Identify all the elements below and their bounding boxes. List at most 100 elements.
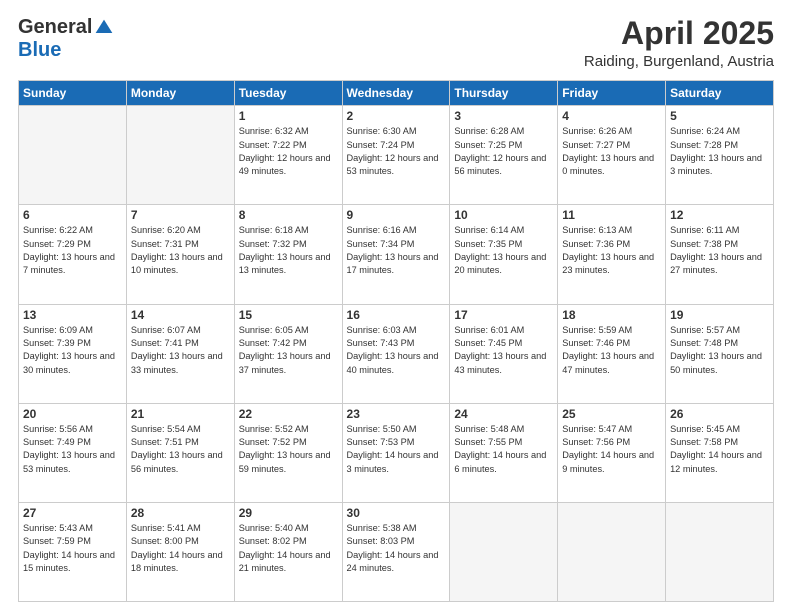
calendar-cell: 22 Sunrise: 5:52 AMSunset: 7:52 PMDayligh… (234, 403, 342, 502)
calendar-cell: 30 Sunrise: 5:38 AMSunset: 8:03 PMDayligh… (342, 502, 450, 601)
day-info: Sunrise: 5:41 AMSunset: 8:00 PMDaylight:… (131, 522, 230, 575)
day-number: 9 (347, 208, 446, 222)
calendar-cell: 1 Sunrise: 6:32 AMSunset: 7:22 PMDaylight… (234, 106, 342, 205)
calendar-week-row: 13Sunrise: 6:09 AMSunset: 7:39 PMDayligh… (19, 304, 774, 403)
calendar-cell: 28Sunrise: 5:41 AMSunset: 8:00 PMDayligh… (126, 502, 234, 601)
calendar-week-row: 6 Sunrise: 6:22 AMSunset: 7:29 PMDaylight… (19, 205, 774, 304)
calendar-cell: 18 Sunrise: 5:59 AMSunset: 7:46 PMDayligh… (558, 304, 666, 403)
calendar-cell: 4Sunrise: 6:26 AMSunset: 7:27 PMDaylight… (558, 106, 666, 205)
day-info: Sunrise: 6:13 AMSunset: 7:36 PMDaylight:… (562, 224, 661, 277)
day-info: Sunrise: 6:16 AMSunset: 7:34 PMDaylight:… (347, 224, 446, 277)
calendar-cell (450, 502, 558, 601)
day-info: Sunrise: 5:54 AMSunset: 7:51 PMDaylight:… (131, 423, 230, 476)
day-info: Sunrise: 6:22 AMSunset: 7:29 PMDaylight:… (23, 224, 122, 277)
day-number: 6 (23, 208, 122, 222)
day-info: Sunrise: 5:59 AMSunset: 7:46 PMDaylight:… (562, 324, 661, 377)
calendar-cell: 17 Sunrise: 6:01 AMSunset: 7:45 PMDayligh… (450, 304, 558, 403)
calendar-cell: 5 Sunrise: 6:24 AMSunset: 7:28 PMDaylight… (666, 106, 774, 205)
day-number: 10 (454, 208, 553, 222)
day-number: 14 (131, 308, 230, 322)
logo-general-text: General (18, 16, 92, 39)
day-info: Sunrise: 5:38 AMSunset: 8:03 PMDaylight:… (347, 522, 446, 575)
day-info: Sunrise: 5:52 AMSunset: 7:52 PMDaylight:… (239, 423, 338, 476)
day-number: 24 (454, 407, 553, 421)
day-number: 18 (562, 308, 661, 322)
calendar-cell: 15 Sunrise: 6:05 AMSunset: 7:42 PMDayligh… (234, 304, 342, 403)
day-number: 27 (23, 506, 122, 520)
logo-icon (94, 18, 114, 38)
calendar-cell: 19 Sunrise: 5:57 AMSunset: 7:48 PMDayligh… (666, 304, 774, 403)
location: Raiding, Burgenland, Austria (584, 53, 774, 70)
day-number: 19 (670, 308, 769, 322)
day-info: Sunrise: 6:01 AMSunset: 7:45 PMDaylight:… (454, 324, 553, 377)
calendar-header-monday: Monday (126, 81, 234, 106)
calendar-cell: 20Sunrise: 5:56 AMSunset: 7:49 PMDayligh… (19, 403, 127, 502)
calendar-cell: 7Sunrise: 6:20 AMSunset: 7:31 PMDaylight… (126, 205, 234, 304)
calendar-cell: 6 Sunrise: 6:22 AMSunset: 7:29 PMDaylight… (19, 205, 127, 304)
day-info: Sunrise: 6:20 AMSunset: 7:31 PMDaylight:… (131, 224, 230, 277)
day-info: Sunrise: 6:05 AMSunset: 7:42 PMDaylight:… (239, 324, 338, 377)
calendar-cell: 11 Sunrise: 6:13 AMSunset: 7:36 PMDayligh… (558, 205, 666, 304)
calendar-cell (558, 502, 666, 601)
day-number: 15 (239, 308, 338, 322)
day-info: Sunrise: 6:32 AMSunset: 7:22 PMDaylight:… (239, 125, 338, 178)
day-info: Sunrise: 5:57 AMSunset: 7:48 PMDaylight:… (670, 324, 769, 377)
day-info: Sunrise: 6:14 AMSunset: 7:35 PMDaylight:… (454, 224, 553, 277)
day-info: Sunrise: 6:11 AMSunset: 7:38 PMDaylight:… (670, 224, 769, 277)
calendar-header-thursday: Thursday (450, 81, 558, 106)
calendar-cell: 16 Sunrise: 6:03 AMSunset: 7:43 PMDayligh… (342, 304, 450, 403)
day-info: Sunrise: 6:07 AMSunset: 7:41 PMDaylight:… (131, 324, 230, 377)
day-number: 20 (23, 407, 122, 421)
calendar-cell: 13Sunrise: 6:09 AMSunset: 7:39 PMDayligh… (19, 304, 127, 403)
calendar-header-saturday: Saturday (666, 81, 774, 106)
calendar-cell: 2Sunrise: 6:30 AMSunset: 7:24 PMDaylight… (342, 106, 450, 205)
header: General Blue April 2025 Raiding, Burgenl… (18, 16, 774, 70)
calendar-cell: 9 Sunrise: 6:16 AMSunset: 7:34 PMDaylight… (342, 205, 450, 304)
calendar-header-row: SundayMondayTuesdayWednesdayThursdayFrid… (19, 81, 774, 106)
calendar-cell: 8 Sunrise: 6:18 AMSunset: 7:32 PMDaylight… (234, 205, 342, 304)
calendar-header-tuesday: Tuesday (234, 81, 342, 106)
calendar-cell: 12Sunrise: 6:11 AMSunset: 7:38 PMDayligh… (666, 205, 774, 304)
calendar-cell: 27Sunrise: 5:43 AMSunset: 7:59 PMDayligh… (19, 502, 127, 601)
calendar-cell: 25 Sunrise: 5:47 AMSunset: 7:56 PMDayligh… (558, 403, 666, 502)
calendar-cell (666, 502, 774, 601)
calendar-week-row: 20Sunrise: 5:56 AMSunset: 7:49 PMDayligh… (19, 403, 774, 502)
calendar-cell (126, 106, 234, 205)
day-info: Sunrise: 6:26 AMSunset: 7:27 PMDaylight:… (562, 125, 661, 178)
calendar-cell: 23Sunrise: 5:50 AMSunset: 7:53 PMDayligh… (342, 403, 450, 502)
calendar-week-row: 27Sunrise: 5:43 AMSunset: 7:59 PMDayligh… (19, 502, 774, 601)
calendar-table: SundayMondayTuesdayWednesdayThursdayFrid… (18, 80, 774, 602)
day-number: 25 (562, 407, 661, 421)
calendar-cell: 21 Sunrise: 5:54 AMSunset: 7:51 PMDayligh… (126, 403, 234, 502)
month-title: April 2025 (584, 16, 774, 51)
day-number: 29 (239, 506, 338, 520)
calendar-header-sunday: Sunday (19, 81, 127, 106)
calendar-cell: 24Sunrise: 5:48 AMSunset: 7:55 PMDayligh… (450, 403, 558, 502)
logo: General Blue (18, 16, 114, 62)
day-info: Sunrise: 5:40 AMSunset: 8:02 PMDaylight:… (239, 522, 338, 575)
day-number: 17 (454, 308, 553, 322)
calendar-header-wednesday: Wednesday (342, 81, 450, 106)
day-number: 1 (239, 109, 338, 123)
day-number: 11 (562, 208, 661, 222)
day-info: Sunrise: 5:47 AMSunset: 7:56 PMDaylight:… (562, 423, 661, 476)
day-info: Sunrise: 6:03 AMSunset: 7:43 PMDaylight:… (347, 324, 446, 377)
calendar-week-row: 1 Sunrise: 6:32 AMSunset: 7:22 PMDaylight… (19, 106, 774, 205)
day-info: Sunrise: 6:24 AMSunset: 7:28 PMDaylight:… (670, 125, 769, 178)
calendar-cell: 29 Sunrise: 5:40 AMSunset: 8:02 PMDayligh… (234, 502, 342, 601)
day-number: 16 (347, 308, 446, 322)
day-info: Sunrise: 6:18 AMSunset: 7:32 PMDaylight:… (239, 224, 338, 277)
day-number: 8 (239, 208, 338, 222)
calendar-header-friday: Friday (558, 81, 666, 106)
calendar-cell: 14 Sunrise: 6:07 AMSunset: 7:41 PMDayligh… (126, 304, 234, 403)
day-info: Sunrise: 6:09 AMSunset: 7:39 PMDaylight:… (23, 324, 122, 377)
logo-blue-text: Blue (18, 39, 61, 62)
day-info: Sunrise: 5:50 AMSunset: 7:53 PMDaylight:… (347, 423, 446, 476)
day-number: 21 (131, 407, 230, 421)
day-number: 22 (239, 407, 338, 421)
day-number: 30 (347, 506, 446, 520)
day-number: 26 (670, 407, 769, 421)
calendar-cell (19, 106, 127, 205)
calendar-cell: 26Sunrise: 5:45 AMSunset: 7:58 PMDayligh… (666, 403, 774, 502)
day-number: 5 (670, 109, 769, 123)
